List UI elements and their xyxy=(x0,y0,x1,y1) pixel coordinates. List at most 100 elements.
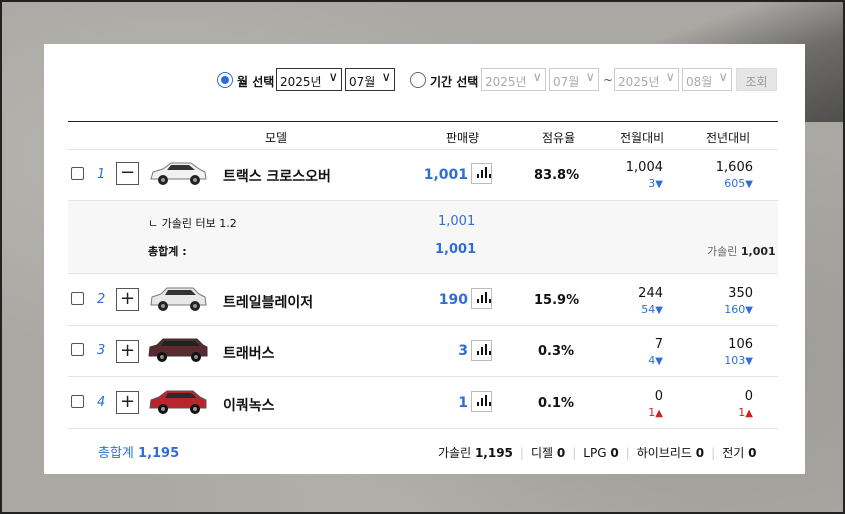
table-row: 1 − 트랙스 크로스오버 1,001 83.8% 1,004 3▼ 1,606… xyxy=(68,150,778,201)
bar-chart-icon[interactable] xyxy=(471,163,492,184)
car-thumbnail xyxy=(148,338,208,362)
monthly-year-select[interactable]: 2025년 ∨ xyxy=(276,68,342,91)
car-thumbnail xyxy=(149,390,207,414)
chevron-down-icon: ∨ xyxy=(532,70,542,85)
monthly-radio[interactable] xyxy=(217,72,233,88)
row-rank: 1 xyxy=(97,167,106,182)
filter-bar: 월 선택 2025년 ∨ 07월 ∨ 기간 선택 2025년 ∨ 07월 ∨ ~… xyxy=(44,68,805,92)
period-radio[interactable] xyxy=(410,72,426,88)
search-button[interactable]: 조회 xyxy=(736,68,777,91)
share-value: 0.3% xyxy=(537,344,575,359)
arrow-down-icon: ▼ xyxy=(655,179,663,190)
mom-diff: 4▼ xyxy=(648,354,663,367)
mom-value: 244 xyxy=(638,286,663,301)
row-rank: 2 xyxy=(97,292,106,307)
mom-cell: 1,004 3▼ xyxy=(603,160,663,190)
col-mom: 전월대비 xyxy=(620,131,665,145)
mom-cell: 244 54▼ xyxy=(603,286,663,316)
period-label: 기간 선택 xyxy=(430,75,479,89)
mom-value: 7 xyxy=(654,337,663,352)
period-start-month-value: 07월 xyxy=(553,75,580,89)
background: 월 선택 2025년 ∨ 07월 ∨ 기간 선택 2025년 ∨ 07월 ∨ ~… xyxy=(0,0,845,514)
mom-diff: 3▼ xyxy=(648,177,663,190)
row-checkbox[interactable] xyxy=(71,343,84,356)
model-name[interactable]: 트래버스 xyxy=(223,343,275,363)
yoy-diff: 605▼ xyxy=(724,177,753,190)
period-start-month-select[interactable]: 07월 ∨ xyxy=(549,68,599,91)
model-name[interactable]: 트랙스 크로스오버 xyxy=(223,166,331,186)
period-end-month-select[interactable]: 08월 ∨ xyxy=(682,68,732,91)
arrow-down-icon: ▼ xyxy=(655,305,663,316)
arrow-down-icon: ▼ xyxy=(745,305,753,316)
bar-chart-icon[interactable] xyxy=(471,340,492,361)
mom-cell: 0 1▲ xyxy=(603,389,663,419)
share-value: 83.8% xyxy=(534,168,580,183)
chevron-down-icon: ∨ xyxy=(381,70,391,85)
expand-button[interactable]: + xyxy=(116,288,139,311)
col-model: 모델 xyxy=(265,131,288,145)
yoy-diff: 160▼ xyxy=(724,303,753,316)
arrow-up-icon: ▲ xyxy=(745,408,753,419)
chevron-down-icon: ∨ xyxy=(665,70,675,85)
sales-value[interactable]: 1,001 xyxy=(424,167,468,183)
subtotal-label: 총합계 : xyxy=(148,245,187,258)
model-name[interactable]: 이쿼녹스 xyxy=(223,395,275,415)
row-rank: 4 xyxy=(97,395,106,410)
period-start-year-value: 2025년 xyxy=(485,75,527,89)
table-row: 2 + 트레일블레이저 190 15.9% 244 54▼ 350 160▼ xyxy=(68,274,778,326)
yoy-diff: 103▼ xyxy=(724,354,753,367)
yoy-value: 106 xyxy=(728,337,753,352)
mom-value: 0 xyxy=(654,389,663,404)
row-rank: 3 xyxy=(97,343,106,358)
row-checkbox[interactable] xyxy=(71,395,84,408)
sales-value[interactable]: 1 xyxy=(458,395,468,411)
col-share: 점유율 xyxy=(542,131,576,145)
mom-cell: 7 4▼ xyxy=(603,337,663,367)
sales-value[interactable]: 190 xyxy=(439,292,468,308)
trim-sales: 1,001 xyxy=(438,214,476,229)
collapse-button[interactable]: − xyxy=(116,162,139,185)
chevron-down-icon: ∨ xyxy=(328,70,338,85)
yoy-value: 0 xyxy=(744,389,753,404)
car-thumbnail xyxy=(150,287,207,311)
fuel-diesel: 디젤 0 xyxy=(530,446,566,460)
yoy-cell: 106 103▼ xyxy=(693,337,753,367)
grand-total: 총합계 1,195 xyxy=(98,446,180,461)
arrow-up-icon: ▲ xyxy=(655,408,663,419)
period-end-month-value: 08월 xyxy=(686,75,713,89)
chevron-down-icon: ∨ xyxy=(718,70,728,85)
period-end-year-select[interactable]: 2025년 ∨ xyxy=(614,68,679,91)
monthly-year-value: 2025년 xyxy=(280,75,322,89)
fuel-electric: 전기 0 xyxy=(722,446,757,460)
fuel-breakdown: 가솔린 1,001 xyxy=(707,245,776,258)
table-row: 3 + 트래버스 3 0.3% 7 4▼ 106 103▼ xyxy=(68,326,778,377)
yoy-cell: 0 1▲ xyxy=(693,389,753,419)
arrow-down-icon: ▼ xyxy=(745,356,753,367)
monthly-label: 월 선택 xyxy=(237,75,275,89)
monthly-month-select[interactable]: 07월 ∨ xyxy=(345,68,395,91)
mom-diff: 54▼ xyxy=(641,303,663,316)
col-sales: 판매량 xyxy=(446,131,480,145)
expand-button[interactable]: + xyxy=(116,391,139,414)
sales-value[interactable]: 3 xyxy=(458,343,468,359)
car-thumbnail xyxy=(150,162,207,185)
table-footer: 총합계 1,195 가솔린 1,195 | 디젤 0 | LPG 0 | 하이브리드 0 | 전… xyxy=(68,434,778,464)
yoy-value: 1,606 xyxy=(715,160,753,175)
bar-chart-icon[interactable] xyxy=(471,391,492,412)
mom-value: 1,004 xyxy=(625,160,663,175)
bar-chart-icon[interactable] xyxy=(471,288,492,309)
row-checkbox[interactable] xyxy=(71,292,84,305)
share-value: 0.1% xyxy=(537,396,575,411)
share-value: 15.9% xyxy=(534,293,580,308)
arrow-down-icon: ▼ xyxy=(655,356,663,367)
trim-label: ㄴ 가솔린 터보 1.2 xyxy=(148,217,237,230)
yoy-diff: 1▲ xyxy=(738,406,753,419)
expand-button[interactable]: + xyxy=(116,340,139,363)
yoy-cell: 1,606 605▼ xyxy=(693,160,753,190)
sales-panel: 월 선택 2025년 ∨ 07월 ∨ 기간 선택 2025년 ∨ 07월 ∨ ~… xyxy=(44,44,805,474)
row-checkbox[interactable] xyxy=(71,167,84,180)
range-separator: ~ xyxy=(603,73,614,87)
period-start-year-select[interactable]: 2025년 ∨ xyxy=(481,68,546,91)
mom-diff: 1▲ xyxy=(648,406,663,419)
model-name[interactable]: 트레일블레이저 xyxy=(223,292,313,312)
